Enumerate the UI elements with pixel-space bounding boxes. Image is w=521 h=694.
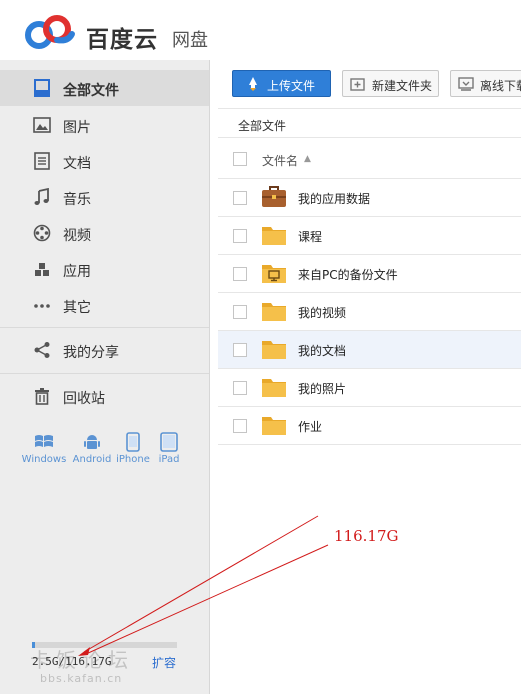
device-ipad[interactable]: iPad: [154, 432, 184, 465]
sidebar-item-videos[interactable]: 视频: [0, 215, 209, 251]
device-label: Windows: [21, 454, 67, 465]
sidebar-divider: [0, 327, 209, 328]
offline-download-label: 离线下载: [480, 79, 521, 93]
music-icon: [34, 188, 49, 205]
annotation-label: 116.17G: [334, 527, 399, 545]
sidebar-item-recycle-bin[interactable]: 回收站: [0, 378, 209, 414]
column-filename[interactable]: 文件名: [262, 152, 298, 169]
windows-icon: [35, 435, 53, 447]
new-folder-icon: [350, 78, 365, 91]
file-row[interactable]: 我的应用数据: [218, 179, 521, 217]
folder-icon: [262, 227, 286, 245]
file-name[interactable]: 课程: [298, 228, 322, 245]
offline-download-icon: [458, 77, 474, 91]
folder-icon: [262, 379, 286, 397]
sidebar-item-label: 我的分享: [63, 345, 119, 361]
ipad-icon: [160, 432, 178, 452]
new-folder-button[interactable]: 新建文件夹: [342, 70, 439, 97]
row-checkbox[interactable]: [233, 305, 247, 319]
watermark-url: bbs.kafan.cn: [40, 672, 123, 685]
file-name[interactable]: 我的照片: [298, 380, 346, 397]
sidebar-item-other[interactable]: 其它: [0, 287, 209, 323]
sidebar-item-label: 全部文件: [63, 83, 119, 99]
baidu-cloud-logo[interactable]: [22, 14, 78, 50]
new-folder-label: 新建文件夹: [372, 79, 433, 93]
device-downloads: Windows Android iPhone iPad: [20, 432, 190, 474]
file-name[interactable]: 我的文档: [298, 342, 346, 359]
device-android[interactable]: Android: [72, 432, 112, 465]
document-icon: [34, 152, 50, 170]
app-header: 百度云 网盘: [0, 0, 521, 60]
sidebar-item-label: 音乐: [63, 192, 91, 208]
row-checkbox[interactable]: [233, 191, 247, 205]
briefcase-folder-icon: [262, 186, 286, 207]
file-row[interactable]: 来自PC的备份文件: [218, 255, 521, 293]
sidebar-item-label: 视频: [63, 228, 91, 244]
trash-icon: [35, 388, 49, 405]
file-row[interactable]: 课程: [218, 217, 521, 255]
file-name[interactable]: 作业: [298, 418, 322, 435]
more-icon: [34, 304, 50, 308]
device-label: iPhone: [116, 454, 150, 465]
sidebar-item-all-files[interactable]: 全部文件: [0, 70, 209, 106]
sort-ascending-icon[interactable]: ▲: [304, 154, 311, 164]
row-checkbox[interactable]: [233, 267, 247, 281]
pc-backup-folder-icon: [262, 265, 286, 283]
sidebar-item-documents[interactable]: 文档: [0, 143, 209, 179]
share-icon: [34, 342, 50, 358]
row-checkbox[interactable]: [233, 381, 247, 395]
sidebar-item-label: 回收站: [63, 391, 105, 407]
sidebar-item-label: 图片: [63, 120, 91, 136]
file-row[interactable]: 我的视频: [218, 293, 521, 331]
file-row[interactable]: 作业: [218, 407, 521, 445]
file-name[interactable]: 来自PC的备份文件: [298, 266, 398, 283]
upload-rocket-icon: [249, 77, 257, 91]
row-checkbox[interactable]: [233, 343, 247, 357]
device-label: iPad: [158, 454, 180, 465]
storage-quota-text: 2.5G/116.17G: [32, 655, 112, 668]
expand-storage-link[interactable]: 扩容: [152, 654, 176, 671]
folder-icon: [262, 417, 286, 435]
device-label: Android: [72, 454, 112, 465]
video-icon: [33, 224, 51, 242]
file-name[interactable]: 我的视频: [298, 304, 346, 321]
folder-icon: [262, 303, 286, 321]
sidebar-item-music[interactable]: 音乐: [0, 179, 209, 215]
sidebar-item-pictures[interactable]: 图片: [0, 107, 209, 143]
sidebar-item-label: 应用: [63, 264, 91, 280]
device-iphone[interactable]: iPhone: [116, 432, 150, 465]
sidebar: 全部文件 图片 文档 音乐 视频 应用 其它 我的分享 回收站 Windows …: [0, 60, 210, 694]
apps-icon: [35, 263, 49, 276]
breadcrumb-all-files[interactable]: 全部文件: [238, 117, 286, 134]
offline-download-button[interactable]: 离线下载: [450, 70, 521, 97]
brand-name: 百度云: [86, 27, 158, 53]
file-name[interactable]: 我的应用数据: [298, 190, 370, 207]
row-checkbox[interactable]: [233, 419, 247, 433]
select-all-checkbox[interactable]: [233, 152, 247, 166]
folder-icon: [262, 341, 286, 359]
file-row[interactable]: 我的照片: [218, 369, 521, 407]
sidebar-item-label: 文档: [63, 156, 91, 172]
upload-button-label: 上传文件: [267, 79, 316, 93]
sidebar-item-apps[interactable]: 应用: [0, 251, 209, 287]
file-row[interactable]: 我的文档: [218, 331, 521, 369]
all-files-icon: [34, 79, 50, 97]
sidebar-item-label: 其它: [63, 300, 91, 316]
sidebar-item-my-share[interactable]: 我的分享: [0, 332, 209, 368]
row-checkbox[interactable]: [233, 229, 247, 243]
breadcrumb: 全部文件: [218, 108, 521, 138]
sidebar-divider: [0, 373, 209, 374]
product-name: 网盘: [172, 30, 208, 51]
file-list-header: 文件名 ▲: [218, 139, 521, 179]
iphone-icon: [126, 432, 140, 452]
android-icon: [84, 435, 100, 449]
device-windows[interactable]: Windows: [20, 432, 68, 465]
toolbar: 上传文件 新建文件夹 离线下载: [211, 60, 521, 108]
upload-button[interactable]: 上传文件: [232, 70, 331, 97]
picture-icon: [33, 117, 51, 133]
